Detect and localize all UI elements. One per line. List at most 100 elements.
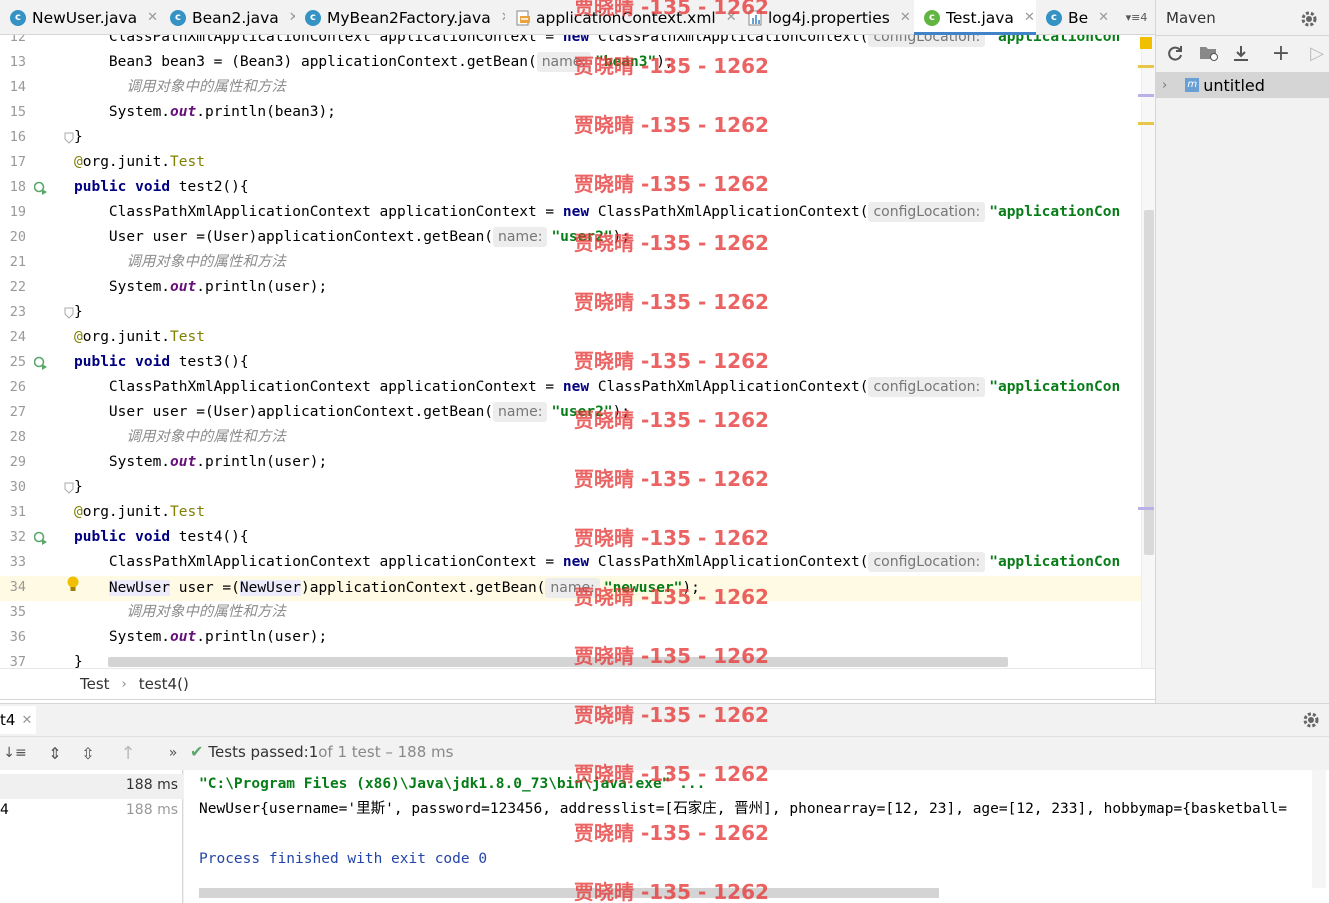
run-config-tab[interactable]: t4 ✕ <box>0 706 37 734</box>
gear-icon[interactable] <box>1300 709 1322 731</box>
line-number: 16 <box>9 129 26 145</box>
run-tab-label: t4 <box>0 711 16 729</box>
more-icon[interactable]: » <box>162 742 184 764</box>
usage-stripe[interactable] <box>1138 94 1154 97</box>
line-number: 12 <box>9 35 26 45</box>
add-icon[interactable]: + <box>1270 41 1292 66</box>
tab-bean2-java[interactable]: c Bean2.java ✕ <box>170 0 295 35</box>
console-vertical-scrollbar[interactable] <box>1312 770 1326 888</box>
parameter-hint: name: <box>493 227 548 247</box>
folder-sources-icon[interactable] <box>1198 42 1220 64</box>
run-test-icon[interactable] <box>34 531 48 545</box>
tab-mybean2factory-java[interactable]: c MyBean2Factory.java ✕ <box>305 0 505 35</box>
parameter-hint: configLocation: <box>868 202 986 222</box>
scrollbar-thumb[interactable] <box>1144 210 1154 555</box>
editor-tab-bar: c NewUser.java ✕ c Bean2.java ✕ c MyBean… <box>0 0 1155 35</box>
arrow-up-icon[interactable]: ↑ <box>117 742 139 764</box>
sort-icon[interactable]: ↓≡ <box>3 742 26 764</box>
parameter-hint: configLocation: <box>868 552 986 572</box>
close-icon[interactable]: ✕ <box>726 10 737 25</box>
tab-applicationcontext-xml[interactable]: applicationContext.xml ✕ <box>516 0 746 35</box>
line-number: 28 <box>9 429 26 445</box>
code-line-26: ClassPathXmlApplicationContext applicati… <box>108 377 1121 397</box>
parameter-hint: name: <box>545 578 600 598</box>
console-line: "C:\Program Files (x86)\Java\jdk1.8.0_73… <box>199 776 706 792</box>
test-class-icon: c <box>924 9 940 26</box>
warning-stripe[interactable] <box>1138 122 1154 125</box>
tab-label: MyBean2Factory.java <box>327 8 491 27</box>
fold-marker-icon[interactable] <box>64 307 74 319</box>
test-duration: 188 ms <box>125 777 178 793</box>
code-line-21: 调用对象中的属性和方法 <box>74 250 286 275</box>
expand-all-icon[interactable]: ⇕ <box>44 742 66 764</box>
tab-label: applicationContext.xml <box>536 8 716 27</box>
line-number: 34 <box>9 579 26 595</box>
maven-module-icon: m <box>1185 78 1200 92</box>
line-number: 13 <box>9 54 26 70</box>
parameter-hint: configLocation: <box>868 377 986 397</box>
usage-stripe[interactable] <box>1138 507 1154 510</box>
editor-vertical-scrollbar[interactable] <box>1141 35 1155 668</box>
line-number: 23 <box>9 304 26 320</box>
test-tree-row[interactable]: 4 188 ms <box>0 799 183 824</box>
line-number: 17 <box>9 154 26 170</box>
maven-project-row[interactable]: › m untitled <box>1156 72 1329 98</box>
breadcrumb-class[interactable]: Test <box>80 675 110 693</box>
tests-status: ✔ Tests passed: 1 of 1 test – 188 ms <box>190 742 454 761</box>
comment: 调用对象中的属性和方法 <box>126 429 286 445</box>
warning-stripe[interactable] <box>1138 65 1154 68</box>
download-icon[interactable] <box>1230 42 1252 64</box>
code-line-36: System.out.println(user); <box>108 629 328 645</box>
close-icon[interactable]: ✕ <box>900 10 910 25</box>
fold-marker-icon[interactable] <box>64 132 74 144</box>
code-line-14: 调用对象中的属性和方法 <box>74 75 286 100</box>
line-number: 18 <box>9 179 26 195</box>
line-number: 15 <box>9 104 26 120</box>
tab-newuser-java[interactable]: c NewUser.java ✕ <box>10 0 160 35</box>
run-icon[interactable]: ▷ <box>1306 42 1328 64</box>
tab-test-java[interactable]: c Test.java ✕ <box>914 0 1036 35</box>
warning-indicator-icon[interactable] <box>1140 37 1152 49</box>
fold-marker-icon[interactable] <box>64 482 74 494</box>
console-horizontal-scrollbar[interactable] <box>199 888 939 898</box>
gear-icon[interactable] <box>1298 8 1320 30</box>
close-icon[interactable]: ✕ <box>289 10 295 25</box>
run-test-icon[interactable] <box>34 181 48 195</box>
tab-overflow-button[interactable]: ▾≡ 4 <box>1118 0 1155 35</box>
console-output[interactable]: "C:\Program Files (x86)\Java\jdk1.8.0_73… <box>184 770 1329 903</box>
code-line-25: public void test3(){ <box>74 354 249 370</box>
line-number: 33 <box>9 554 26 570</box>
code-line-31: @org.junit.Test <box>74 504 205 520</box>
maven-panel: Maven + ▷ › m untitled <box>1155 0 1329 703</box>
code-line-34: NewUser user =(NewUser)applicationContex… <box>108 578 700 598</box>
tab-overflow-count: 4 <box>1140 11 1148 24</box>
code-line-33: ClassPathXmlApplicationContext applicati… <box>108 552 1121 572</box>
test-duration: 188 ms <box>125 802 178 818</box>
editor-horizontal-scrollbar[interactable] <box>108 657 1008 667</box>
chevron-right-icon[interactable]: › <box>1162 78 1167 93</box>
code-line-13: Bean3 bean3 = (Bean3) applicationContext… <box>108 52 674 72</box>
tab-be-truncated[interactable]: c Be ✕ <box>1046 0 1114 35</box>
test-tree-row[interactable]: 188 ms <box>0 774 183 799</box>
collapse-all-icon[interactable]: ⇳ <box>77 742 99 764</box>
close-icon[interactable]: ✕ <box>501 10 505 25</box>
close-icon[interactable]: ✕ <box>147 10 158 25</box>
comment: 调用对象中的属性和方法 <box>126 604 286 620</box>
line-number: 14 <box>9 79 26 95</box>
breadcrumb-method[interactable]: test4() <box>139 675 189 693</box>
code-line-23: } <box>74 304 83 320</box>
close-icon[interactable]: ✕ <box>21 713 32 728</box>
line-number: 20 <box>9 229 26 245</box>
close-icon[interactable]: ✕ <box>1098 10 1109 25</box>
code-line-27: User user =(User)applicationContext.getB… <box>108 402 631 422</box>
code-line-12: ClassPathXmlApplicationContext applicati… <box>74 35 1120 50</box>
run-test-icon[interactable] <box>34 356 48 370</box>
tab-log4j-properties[interactable]: log4j.properties ✕ <box>748 0 910 35</box>
close-icon[interactable]: ✕ <box>1024 10 1035 25</box>
code-line-22: System.out.println(user); <box>108 279 328 295</box>
line-number: 29 <box>9 454 26 470</box>
reload-icon[interactable] <box>1164 42 1186 64</box>
properties-file-icon <box>748 10 762 26</box>
code-editor[interactable]: 12 13 14 15 16 17 18 19 20 21 22 23 24 25 26 27 28 29 30 31… <box>0 35 1155 668</box>
xml-file-icon <box>516 10 530 26</box>
